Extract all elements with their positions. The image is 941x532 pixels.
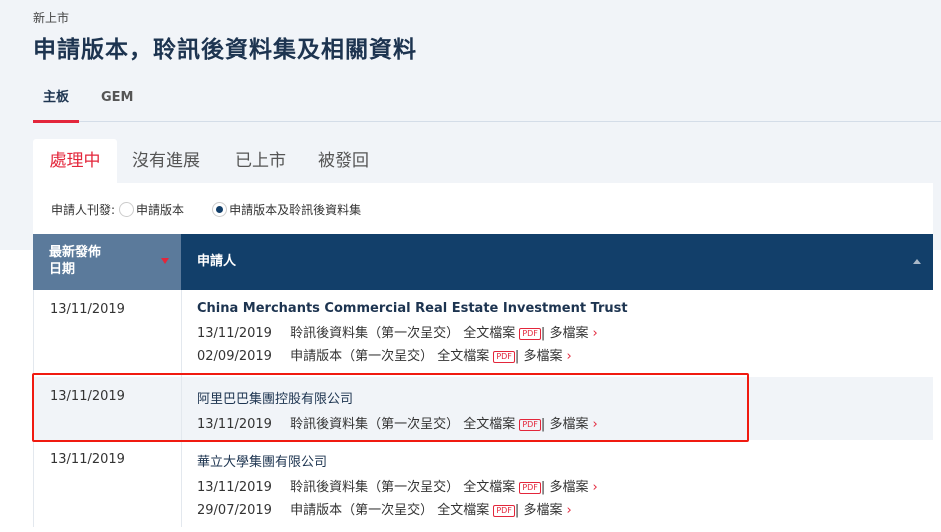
market-tabs: 主板 GEM [33,88,941,123]
tab-no-progress[interactable]: 沒有進展 [132,139,200,183]
document-type: 申請版本（第一次呈交） [290,349,434,364]
breadcrumb[interactable]: 新上市 [33,9,69,26]
page-title: 申請版本，聆訊後資料集及相關資料 [33,37,417,63]
multi-file-link[interactable]: 多檔案 [549,480,588,495]
table-row: 13/11/2019 China Merchants Commercial Re… [33,290,933,377]
applicant-name: 阿里巴巴集團控股有限公司 [197,392,354,407]
multi-file-link[interactable]: 多檔案 [549,326,588,341]
table-row: 13/11/2019 華立大學集團有限公司 13/11/2019 聆訊後資料集（… [33,440,933,527]
separator: | [540,326,546,341]
document-date: 13/11/2019 [197,417,272,432]
chevron-right-icon[interactable]: › [566,503,571,518]
column-date-label-2: 日期 [49,262,76,277]
full-document-link[interactable]: 全文檔案 [437,349,489,364]
tab-processing[interactable]: 處理中 [33,139,117,183]
column-applicant[interactable]: 申請人 [181,234,933,290]
document-line: 13/11/2019 聆訊後資料集（第一次呈交） 全文檔案 PDF | 多檔案 › [197,413,918,436]
row-date: 13/11/2019 [34,440,182,527]
multi-file-link[interactable]: 多檔案 [523,503,562,518]
document-date: 29/07/2019 [197,503,272,518]
separator: | [514,349,520,364]
full-document-link[interactable]: 全文檔案 [463,326,515,341]
radio-application[interactable] [119,202,135,217]
tab-returned[interactable]: 被發回 [318,139,369,183]
document-date: 02/09/2019 [197,349,272,364]
chevron-right-icon[interactable]: › [592,417,597,432]
radio-application-label[interactable]: 申請版本 [136,201,184,218]
table-row: 13/11/2019 阿里巴巴集團控股有限公司 13/11/2019 聆訊後資料… [33,377,933,440]
separator: | [540,480,546,495]
document-type: 聆訊後資料集（第一次呈交） [290,480,460,495]
full-document-link[interactable]: 全文檔案 [437,503,489,518]
row-date: 13/11/2019 [34,377,182,440]
sort-desc-icon [161,258,169,264]
row-date: 13/11/2019 [34,290,182,377]
separator: | [540,417,546,432]
row-applicant: 華立大學集團有限公司 13/11/2019 聆訊後資料集（第一次呈交） 全文檔案… [182,440,933,527]
document-line: 13/11/2019 聆訊後資料集（第一次呈交） 全文檔案 PDF | 多檔案 › [197,322,918,345]
pdf-icon[interactable]: PDF [493,351,515,363]
column-date-label-1: 最新發佈 [49,245,102,260]
document-date: 13/11/2019 [197,480,272,495]
filter-label: 申請人刊發: [51,203,116,217]
chevron-right-icon[interactable]: › [592,326,597,341]
tab-gem[interactable]: GEM [101,88,134,122]
document-line: 02/09/2019 申請版本（第一次呈交） 全文檔案 PDF | 多檔案 › [197,345,918,368]
tab-main-board[interactable]: 主板 [33,88,80,123]
document-type: 申請版本（第一次呈交） [290,503,434,518]
radio-application-and-phip[interactable] [212,202,228,217]
tab-listed[interactable]: 已上市 [235,139,286,183]
content-panel: 申請人刊發: 申請版本 申請版本及聆訊後資料集 最新發佈 日期 申請人 13/1… [33,183,933,532]
column-applicant-label: 申請人 [197,254,237,269]
sort-asc-icon [913,259,921,264]
multi-file-link[interactable]: 多檔案 [523,349,562,364]
applicant-name: China Merchants Commercial Real Estate I… [197,301,628,316]
full-document-link[interactable]: 全文檔案 [463,480,515,495]
document-line: 13/11/2019 聆訊後資料集（第一次呈交） 全文檔案 PDF | 多檔案 › [197,476,918,499]
publish-filter: 申請人刊發: 申請版本 申請版本及聆訊後資料集 [51,201,361,218]
table-header: 最新發佈 日期 申請人 [33,234,933,290]
chevron-right-icon[interactable]: › [592,480,597,495]
separator: | [514,503,520,518]
row-applicant: China Merchants Commercial Real Estate I… [182,290,933,377]
column-date[interactable]: 最新發佈 日期 [33,234,181,290]
pdf-icon[interactable]: PDF [519,482,541,494]
document-type: 聆訊後資料集（第一次呈交） [290,417,460,432]
document-line: 29/07/2019 申請版本（第一次呈交） 全文檔案 PDF | 多檔案 › [197,499,918,522]
applicant-name: 華立大學集團有限公司 [197,455,328,470]
document-type: 聆訊後資料集（第一次呈交） [290,326,460,341]
pdf-icon[interactable]: PDF [519,328,541,340]
document-date: 13/11/2019 [197,326,272,341]
multi-file-link[interactable]: 多檔案 [549,417,588,432]
chevron-right-icon[interactable]: › [566,349,571,364]
pdf-icon[interactable]: PDF [519,419,541,431]
full-document-link[interactable]: 全文檔案 [463,417,515,432]
pdf-icon[interactable]: PDF [493,505,515,517]
radio-application-and-phip-label[interactable]: 申請版本及聆訊後資料集 [229,201,361,218]
row-applicant: 阿里巴巴集團控股有限公司 13/11/2019 聆訊後資料集（第一次呈交） 全文… [182,377,933,440]
